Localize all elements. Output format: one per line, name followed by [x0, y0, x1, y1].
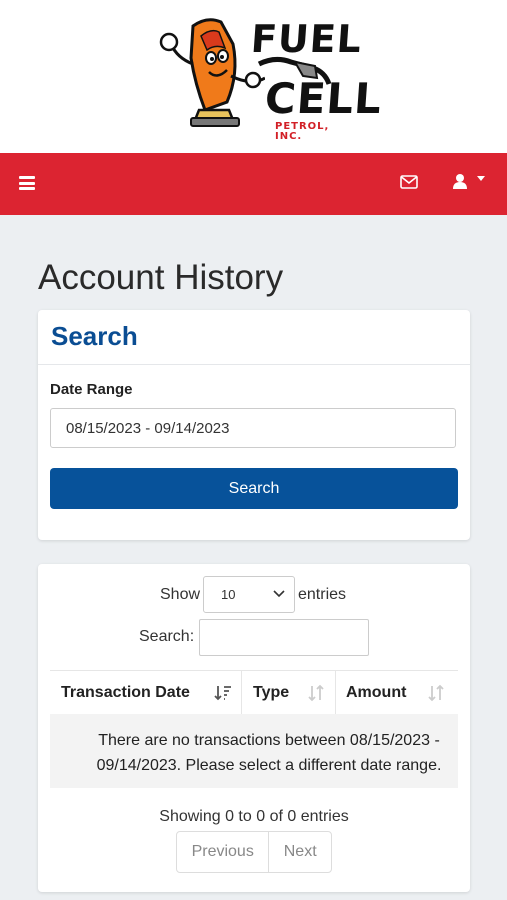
search-button[interactable]: Search — [50, 468, 458, 509]
header-logo-area: FUEL CELL PETROL, INC. — [0, 0, 507, 153]
page-size-select[interactable]: 10 — [203, 576, 295, 613]
logo-word-cell: CELL — [263, 74, 384, 123]
show-label: Show — [160, 586, 201, 603]
empty-table-message: There are no transactions between 08/15/… — [50, 714, 458, 788]
showing-entries-info: Showing 0 to 0 of 0 entries — [159, 808, 349, 825]
hamburger-icon[interactable] — [19, 176, 35, 190]
logo-subtitle: PETROL, INC. — [275, 121, 330, 142]
chevron-down-icon — [273, 590, 285, 598]
table-header-row: Transaction Date Type Amount — [50, 670, 458, 716]
next-page-button[interactable]: Next — [269, 832, 331, 872]
brand-logo[interactable]: FUEL CELL PETROL, INC. — [155, 14, 384, 144]
entries-label: entries — [298, 586, 347, 603]
table-search-label: Search: — [139, 628, 195, 645]
date-range-input[interactable] — [50, 408, 456, 448]
col-type[interactable]: Type — [253, 671, 289, 715]
page-size-value: 10 — [221, 587, 236, 602]
user-icon — [453, 174, 485, 189]
page-title: Account History — [38, 258, 284, 297]
logo-word-fuel: FUEL — [249, 17, 364, 61]
user-menu-button[interactable] — [453, 173, 489, 196]
transactions-card: Show 10 entries Search: Transaction Date… — [38, 564, 470, 892]
fuel-pump-mascot-icon — [159, 18, 265, 127]
col-amount[interactable]: Amount — [346, 671, 406, 715]
caret-down-icon — [477, 176, 485, 181]
table-search-input[interactable] — [199, 619, 369, 656]
sort-desc-icon[interactable] — [214, 684, 232, 702]
envelope-icon[interactable] — [400, 175, 418, 194]
search-card-heading: Search — [51, 321, 138, 351]
top-navbar — [0, 153, 507, 215]
search-card-header: Search — [38, 310, 470, 365]
pagination: Previous Next — [176, 831, 332, 873]
sort-icon[interactable] — [428, 684, 444, 702]
previous-page-button[interactable]: Previous — [177, 832, 270, 872]
sort-icon[interactable] — [308, 684, 324, 702]
col-transaction-date[interactable]: Transaction Date — [61, 671, 190, 715]
search-card: Search Date Range Search — [38, 310, 470, 540]
date-range-label: Date Range — [50, 381, 133, 398]
